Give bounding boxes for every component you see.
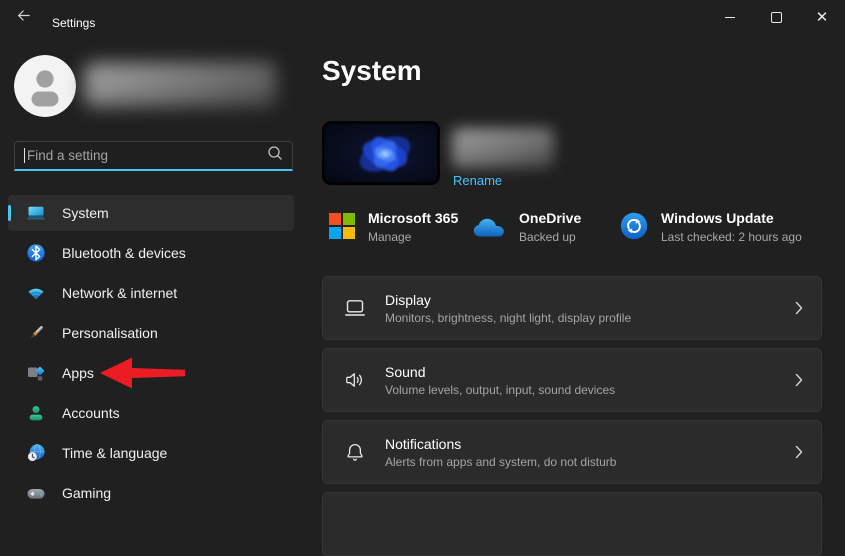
bluetooth-icon [26, 243, 46, 263]
back-arrow-icon [16, 8, 31, 28]
gamepad-icon [26, 483, 46, 503]
search-box[interactable] [14, 141, 293, 171]
settings-row-notifications[interactable]: Notifications Alerts from apps and syste… [322, 420, 822, 484]
device-name-redacted [452, 128, 554, 168]
maximize-button[interactable] [753, 0, 799, 34]
chevron-right-icon [795, 301, 803, 315]
user-name-redacted [84, 63, 276, 107]
card-subtitle: Manage [368, 230, 412, 244]
titlebar: Settings ✕ [0, 0, 845, 36]
minimize-icon [725, 16, 735, 18]
sidebar-item-apps[interactable]: Apps [8, 355, 294, 391]
system-icon [26, 203, 46, 223]
wifi-icon [26, 283, 46, 303]
search-icon [267, 145, 283, 166]
sidebar-item-bluetooth-devices[interactable]: Bluetooth & devices [8, 235, 294, 271]
settings-row-display[interactable]: Display Monitors, brightness, night ligh… [322, 276, 822, 340]
maximize-icon [770, 11, 782, 23]
windows-update-sync-icon [620, 212, 648, 245]
globe-clock-icon [26, 443, 46, 463]
sidebar-item-label: System [62, 205, 109, 221]
window-title: Settings [52, 16, 96, 30]
settings-row-sound[interactable]: Sound Volume levels, output, input, soun… [322, 348, 822, 412]
sidebar-item-personalisation[interactable]: Personalisation [8, 315, 294, 351]
sidebar-item-label: Bluetooth & devices [62, 245, 186, 261]
windows-bloom-image [325, 124, 437, 182]
text-cursor [24, 148, 25, 163]
device-wallpaper-thumbnail [322, 121, 440, 185]
card-title: Microsoft 365 [368, 210, 459, 226]
sidebar-item-label: Time & language [62, 445, 168, 461]
page-title: System [322, 55, 422, 86]
search-input[interactable] [27, 148, 267, 163]
rename-link[interactable]: Rename [453, 173, 502, 188]
sound-speaker-icon [343, 368, 367, 392]
sidebar-item-time-language[interactable]: Time & language [8, 435, 294, 471]
card-title: Windows Update [661, 210, 774, 226]
chevron-right-icon [795, 445, 803, 459]
display-icon [343, 296, 367, 320]
sidebar-item-label: Gaming [62, 485, 112, 501]
card-subtitle: Last checked: 2 hours ago [661, 230, 802, 244]
row-title: Display [385, 291, 431, 308]
window-controls: ✕ [707, 0, 845, 34]
card-windows-update[interactable]: Windows Update Last checked: 2 hours ago [620, 210, 802, 245]
card-microsoft-365[interactable]: Microsoft 365 Manage [329, 210, 458, 244]
close-button[interactable]: ✕ [799, 0, 845, 34]
card-onedrive[interactable]: OneDrive Backed up [472, 210, 581, 244]
paintbrush-icon [26, 323, 46, 343]
row-subtitle: Alerts from apps and system, do not dist… [385, 454, 617, 469]
onedrive-cloud-icon [472, 217, 506, 243]
back-button[interactable] [8, 4, 38, 32]
card-subtitle: Backed up [519, 230, 576, 244]
sidebar-item-system[interactable]: System [8, 195, 294, 231]
sidebar-item-label: Apps [62, 365, 94, 381]
settings-row-partial[interactable] [322, 492, 822, 556]
close-icon: ✕ [815, 8, 829, 26]
row-title: Sound [385, 363, 426, 380]
accounts-person-icon [26, 403, 46, 423]
apps-icon [26, 363, 46, 383]
sidebar-item-label: Personalisation [62, 325, 158, 341]
sidebar-item-label: Network & internet [62, 285, 178, 301]
microsoft-logo-icon [329, 213, 355, 244]
row-subtitle: Volume levels, output, input, sound devi… [385, 382, 616, 397]
row-subtitle: Monitors, brightness, night light, displ… [385, 310, 632, 325]
row-title: Notifications [385, 435, 462, 452]
sidebar-item-network-internet[interactable]: Network & internet [8, 275, 294, 311]
sidebar-item-accounts[interactable]: Accounts [8, 395, 294, 431]
chevron-right-icon [795, 373, 803, 387]
card-title: OneDrive [519, 210, 582, 226]
sidebar-nav: System Bluetooth & devices Network & int… [8, 195, 294, 515]
notifications-bell-icon [343, 440, 367, 464]
person-icon [14, 55, 76, 117]
selected-indicator [8, 205, 11, 221]
sidebar-item-label: Accounts [62, 405, 120, 421]
user-avatar[interactable] [14, 55, 76, 117]
minimize-button[interactable] [707, 0, 753, 34]
